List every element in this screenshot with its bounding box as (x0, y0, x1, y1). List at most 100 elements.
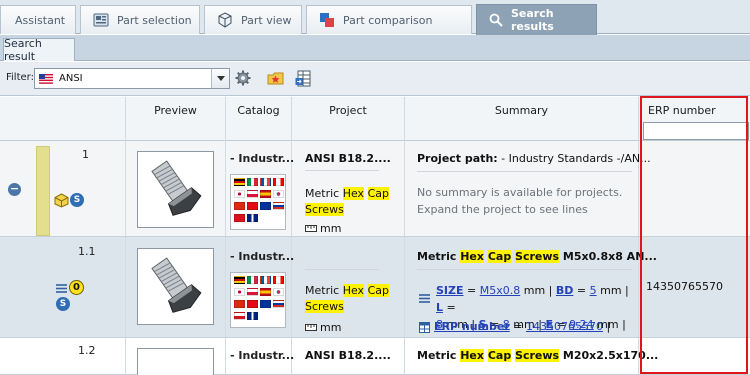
tab-part-selection-label: Part selection (117, 13, 192, 27)
filter-select[interactable]: ANSI (34, 68, 230, 89)
flag-it-icon (247, 276, 258, 284)
flag-cn-icon (234, 202, 245, 210)
col-header-project-label: Project (329, 104, 367, 117)
flag-ru-icon (273, 202, 284, 210)
flag-it-icon (247, 178, 258, 186)
flag-es-icon (260, 288, 271, 296)
flag-gb-icon (247, 214, 258, 222)
flag-es-icon (260, 190, 271, 198)
flag-tr-icon (247, 202, 258, 210)
col-header-preview[interactable]: Preview (125, 97, 225, 141)
erp-number-filter-input[interactable] (643, 122, 749, 140)
part-comparison-icon (319, 12, 335, 28)
col-header-erp-label: ERP number (648, 104, 716, 117)
table-row[interactable]: 1.2 - Industr... ANSI B18.2.... Metric H… (0, 338, 750, 375)
tab-part-view[interactable]: Part view (204, 5, 302, 34)
tab-search-results[interactable]: Search results (476, 4, 597, 35)
part-preview-image[interactable] (137, 348, 214, 375)
erp-number-cell[interactable]: 14350765570 (646, 280, 723, 293)
hex-screw-image (150, 159, 201, 216)
favorite-folder-button[interactable] (265, 68, 285, 88)
flag-cz-icon (234, 214, 245, 222)
part-selection-icon (93, 12, 109, 28)
flag-eu-icon (260, 202, 271, 210)
tab-search-results-label: Search results (511, 7, 554, 33)
summary-erp-line: ERP number = 14350765570 | (434, 320, 611, 333)
summary-note-2: Expand the project to see lines (417, 203, 588, 216)
flag-fr-icon (260, 178, 271, 186)
attr-bd-link[interactable]: BD (556, 284, 574, 297)
flag-kr-icon (273, 288, 284, 296)
summary-part-title: Metric Hex Cap Screws M5x0.8x8 AN... (417, 250, 657, 263)
search-icon (489, 13, 503, 27)
flag-de-icon (234, 276, 245, 284)
catalog-flags (230, 272, 286, 328)
s-badge-icon: S (56, 297, 70, 311)
erp-number-value-link[interactable]: 14350765570 (526, 320, 603, 333)
project-description: Metric Hex Cap Screws (305, 187, 389, 216)
part-view-icon (217, 12, 233, 28)
project-description: Metric Hex Cap Screws (305, 284, 389, 313)
col-header-catalog-label: Catalog (237, 104, 280, 117)
summary-note: No summary is available for projects. (417, 186, 623, 199)
flag-de-icon (234, 178, 245, 186)
flag-ru-icon (273, 300, 284, 308)
attr-size-value[interactable]: M5x0.8 (480, 284, 521, 297)
project-title: ANSI B18.2.... (305, 152, 391, 165)
flag-eu-icon (260, 300, 271, 308)
collapse-icon[interactable]: − (8, 183, 21, 196)
summary-project-path: Project path: - Industry Standards -/AN.… (417, 152, 651, 165)
export-button[interactable] (293, 68, 313, 88)
tab-part-selection[interactable]: Part selection (80, 5, 200, 34)
flag-jp-icon (234, 288, 245, 296)
settings-gear-button[interactable] (233, 68, 253, 88)
flag-pl-icon (247, 190, 258, 198)
part-preview-image[interactable] (137, 248, 214, 325)
lines-icon (56, 284, 67, 293)
chevron-down-icon[interactable] (211, 69, 229, 88)
zero-badge-icon: 0 (69, 280, 84, 295)
tab-part-view-label: Part view (241, 13, 292, 27)
col-header-preview-label: Preview (154, 104, 197, 117)
export-table-icon (295, 70, 312, 87)
flag-ca-icon (273, 276, 284, 284)
catalog-name: - Industr... (230, 250, 295, 263)
flag-fr-icon (260, 276, 271, 284)
tab-assistant[interactable]: Assistant (0, 5, 76, 34)
catalog-flags (230, 174, 286, 230)
filter-value: ANSI (59, 73, 83, 84)
tab-part-comparison-label: Part comparison (343, 13, 433, 27)
unit-label: mm (305, 222, 341, 235)
flag-jp-icon (234, 190, 245, 198)
table-icon (419, 322, 430, 333)
erp-number-link[interactable]: ERP number (434, 320, 510, 333)
main-tab-bar: Assistant Part selection Part view Part … (0, 0, 750, 35)
tab-part-comparison[interactable]: Part comparison (306, 5, 472, 34)
table-row[interactable]: − 1 S - Industr... ANSI B18.2.... Metric… (0, 141, 750, 237)
results-table-header: Preview Catalog Project Summary ERP numb… (0, 97, 750, 141)
table-row[interactable]: 1.1 0 S - Industr... Metric Hex Cap Scre… (0, 237, 750, 338)
catalog-name: - Industr... (230, 152, 295, 165)
folder-star-icon (267, 70, 284, 86)
part-preview-image[interactable] (137, 151, 214, 228)
col-header-project[interactable]: Project (291, 97, 404, 141)
filter-label: Filter: (6, 72, 34, 83)
col-header-summary[interactable]: Summary (404, 97, 638, 141)
attr-size-link[interactable]: SIZE (436, 284, 464, 297)
row-index: 1 (82, 148, 89, 161)
ruler-icon (305, 225, 317, 232)
flag-cz-icon (234, 312, 245, 320)
attr-l-link[interactable]: L (436, 301, 443, 314)
lines-icon (419, 294, 430, 303)
unit-label: mm (305, 321, 341, 334)
summary-part-title: Metric Hex Cap Screws M20x2.5x170... (417, 349, 659, 362)
row-index: 1.2 (78, 344, 96, 357)
flag-pl-icon (247, 288, 258, 296)
flag-ca-icon (273, 178, 284, 186)
subtab-search-result[interactable]: Search result (3, 37, 75, 63)
filter-toolbar: Filter: ANSI (0, 62, 750, 96)
settings-gear-icon (235, 70, 251, 86)
s-badge-icon: S (70, 193, 84, 207)
result-subtab-strip: Search result (0, 35, 750, 63)
col-header-catalog[interactable]: Catalog (225, 97, 291, 141)
